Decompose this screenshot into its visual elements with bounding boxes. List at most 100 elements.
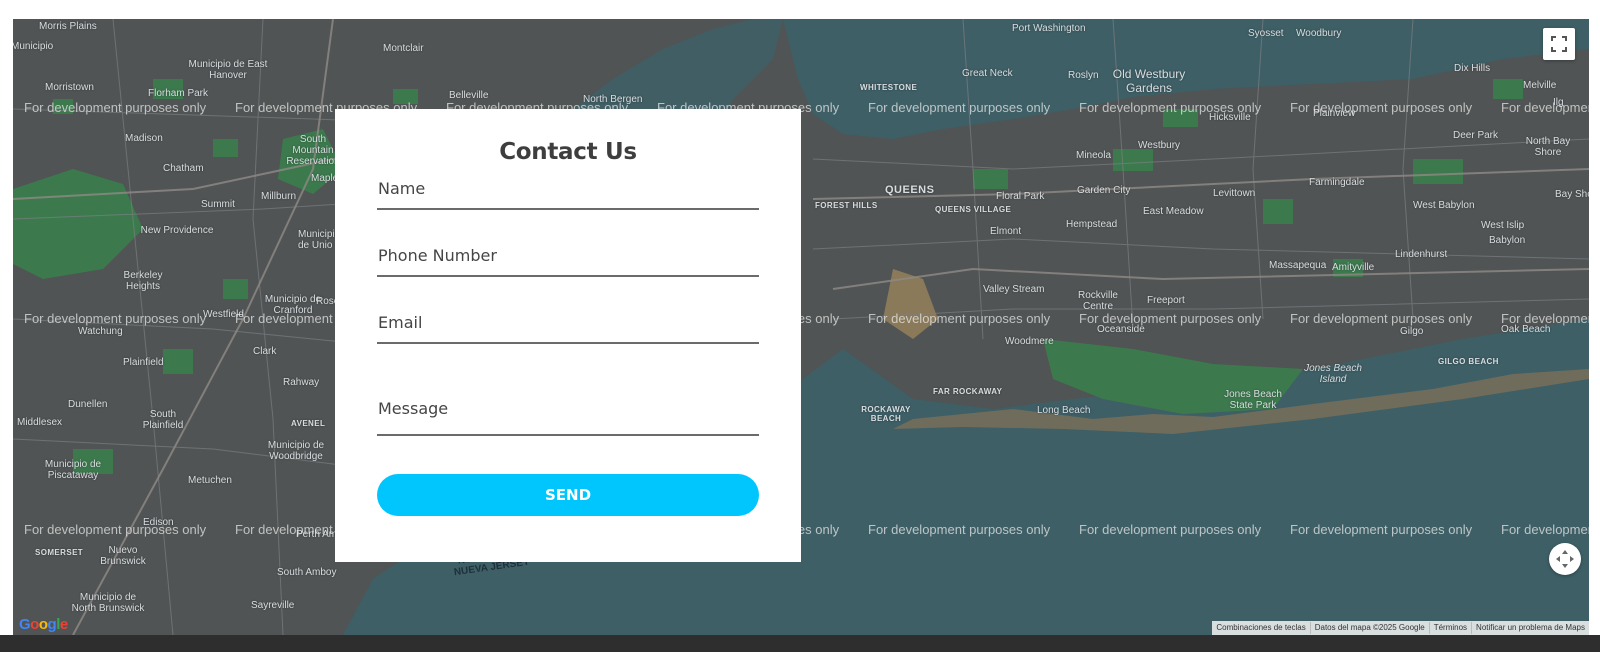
map-place-label: Jones Beach State Park — [1224, 389, 1282, 411]
message-input[interactable] — [377, 399, 759, 436]
map-place-label: Sayreville — [251, 600, 295, 611]
fullscreen-button[interactable] — [1543, 28, 1575, 60]
camera-control-button[interactable] — [1549, 543, 1581, 575]
map-place-label: SOMERSET — [35, 548, 84, 557]
dev-watermark: For development purposes only — [868, 100, 1051, 115]
map-place-label: Plainfield — [123, 357, 164, 368]
dev-watermark: For development purposes only — [1501, 522, 1589, 537]
map-container[interactable]: Morris Plains Montclair Port Washington … — [13, 19, 1589, 635]
map-place-label: Municipio de East Hanover — [188, 59, 268, 81]
map-place-label: South Plainfield — [142, 409, 184, 431]
map-place-label: Long Beach — [1037, 405, 1091, 416]
map-place-label: Syosset — [1248, 28, 1284, 39]
map-place-label: Gilgo — [1400, 326, 1424, 337]
map-place-label: Freeport — [1147, 295, 1185, 306]
map-place-label: Florham Park — [148, 88, 209, 99]
google-logo[interactable]: Google — [19, 616, 68, 633]
fullscreen-icon — [1551, 36, 1567, 52]
map-place-label: Morris Plains — [39, 21, 97, 32]
map-place-label: Metuchen — [188, 475, 232, 486]
map-place-label: North Bay Shore — [1525, 136, 1571, 158]
dev-watermark: For development purposes only — [1501, 100, 1589, 115]
map-place-label: Rahway — [283, 377, 320, 388]
map-place-label: Melville — [1523, 80, 1557, 91]
map-place-label: Watchung — [78, 326, 123, 337]
map-place-label: Dunellen — [68, 399, 108, 410]
map-place-label: Elmont — [990, 226, 1022, 237]
map-place-label: Municipio de Woodbridge — [267, 440, 325, 462]
map-place-label: Garden City — [1077, 185, 1131, 196]
map-place-label: QUEENS VILLAGE — [935, 205, 1012, 214]
map-place-label: Municipio — [13, 41, 54, 52]
dev-watermark: For development purposes only — [1079, 522, 1262, 537]
dev-watermark: For development purposes only — [1079, 311, 1262, 326]
map-place-label: Westbury — [1138, 140, 1181, 151]
map-place-label: Municipio de Piscataway — [44, 459, 102, 481]
dev-watermark: For development purposes only — [1290, 311, 1473, 326]
dev-watermark: For development purposes only — [24, 311, 207, 326]
map-place-label: Port Washington — [1012, 23, 1086, 34]
map-place-label: Deer Park — [1453, 130, 1499, 141]
dev-watermark: For development purposes only — [24, 100, 207, 115]
map-place-label: Lindenhurst — [1395, 249, 1448, 260]
map-place-label: Clark — [253, 346, 277, 357]
report-problem-link[interactable]: Notificar un problema de Maps — [1471, 622, 1589, 634]
footer-bar — [0, 635, 1600, 652]
map-place-label: Summit — [201, 199, 235, 210]
map-place-label: West Islip — [1481, 220, 1525, 231]
map-place-label: Great Neck — [962, 68, 1013, 79]
map-place-label: Berkeley Heights — [123, 270, 163, 292]
map-place-label: Levittown — [1213, 188, 1256, 199]
map-place-label: Middlesex — [17, 417, 63, 428]
map-place-label: Morristown — [45, 82, 94, 93]
dev-watermark: For development purposes only — [1079, 100, 1262, 115]
phone-input[interactable] — [377, 246, 759, 277]
map-place-label: Roslyn — [1068, 70, 1099, 81]
map-data-link[interactable]: Datos del mapa ©2025 Google — [1309, 622, 1429, 634]
map-place-label: FAR ROCKAWAY — [933, 387, 1003, 396]
map-place-label: Montclair — [383, 43, 424, 54]
map-place-label: QUEENS — [885, 184, 935, 196]
dev-watermark: For development purposes only — [24, 522, 207, 537]
name-input[interactable] — [377, 179, 759, 210]
map-place-label: ROCKAWAY BEACH — [861, 405, 911, 423]
map-place-label: Amityville — [1332, 262, 1375, 273]
map-place-label: New Providence — [140, 225, 214, 236]
map-place-label: South Amboy — [277, 567, 337, 578]
terms-link[interactable]: Términos — [1428, 622, 1471, 634]
map-place-label: Municipio de North Brunswick — [71, 592, 145, 614]
send-button[interactable]: SEND — [377, 474, 759, 516]
map-place-label: Hempstead — [1066, 219, 1118, 230]
map-place-label: FOREST HILLS — [815, 201, 878, 210]
map-place-label: East Meadow — [1143, 206, 1204, 217]
dev-watermark: For development purposes only — [868, 311, 1051, 326]
map-place-label: Dix Hills — [1454, 63, 1491, 74]
map-place-label: Jones Beach Island — [1304, 363, 1362, 385]
contact-form: Contact Us SEND — [335, 109, 801, 562]
map-place-label: West Babylon — [1413, 200, 1475, 211]
map-place-label: Valley Stream — [983, 284, 1045, 295]
map-place-label: Massapequa — [1269, 260, 1327, 271]
map-place-label: Babylon — [1489, 235, 1526, 246]
map-place-label: Rockville Centre — [1077, 290, 1118, 312]
map-place-label: WHITESTONE — [860, 83, 918, 92]
map-place-label: Mineola — [1076, 150, 1112, 161]
map-place-label: Madison — [125, 133, 163, 144]
map-place-label: Floral Park — [996, 191, 1045, 202]
map-place-label: Municipio de Unio — [298, 229, 341, 251]
dev-watermark: For development purposes only — [1290, 522, 1473, 537]
map-place-label: Bay Sho — [1555, 189, 1589, 200]
email-input[interactable] — [377, 313, 759, 344]
map-place-label: Old Westbury Gardens — [1112, 67, 1186, 95]
dev-watermark: For development purposes only — [868, 522, 1051, 537]
map-place-label: Millburn — [261, 191, 297, 202]
keyboard-shortcuts-link[interactable]: Combinaciones de teclas — [1212, 622, 1309, 634]
camera-control-icon — [1556, 550, 1574, 568]
map-place-label: GILGO BEACH — [1438, 357, 1499, 366]
form-title: Contact Us — [499, 139, 637, 165]
map-attribution: Combinaciones de teclas Datos del mapa ©… — [1212, 621, 1589, 635]
map-place-label: Woodbury — [1296, 28, 1342, 39]
map-place-label: Chatham — [163, 163, 204, 174]
map-place-label: Nuevo Brunswick — [100, 545, 146, 567]
dev-watermark: For development purposes only — [1501, 311, 1589, 326]
